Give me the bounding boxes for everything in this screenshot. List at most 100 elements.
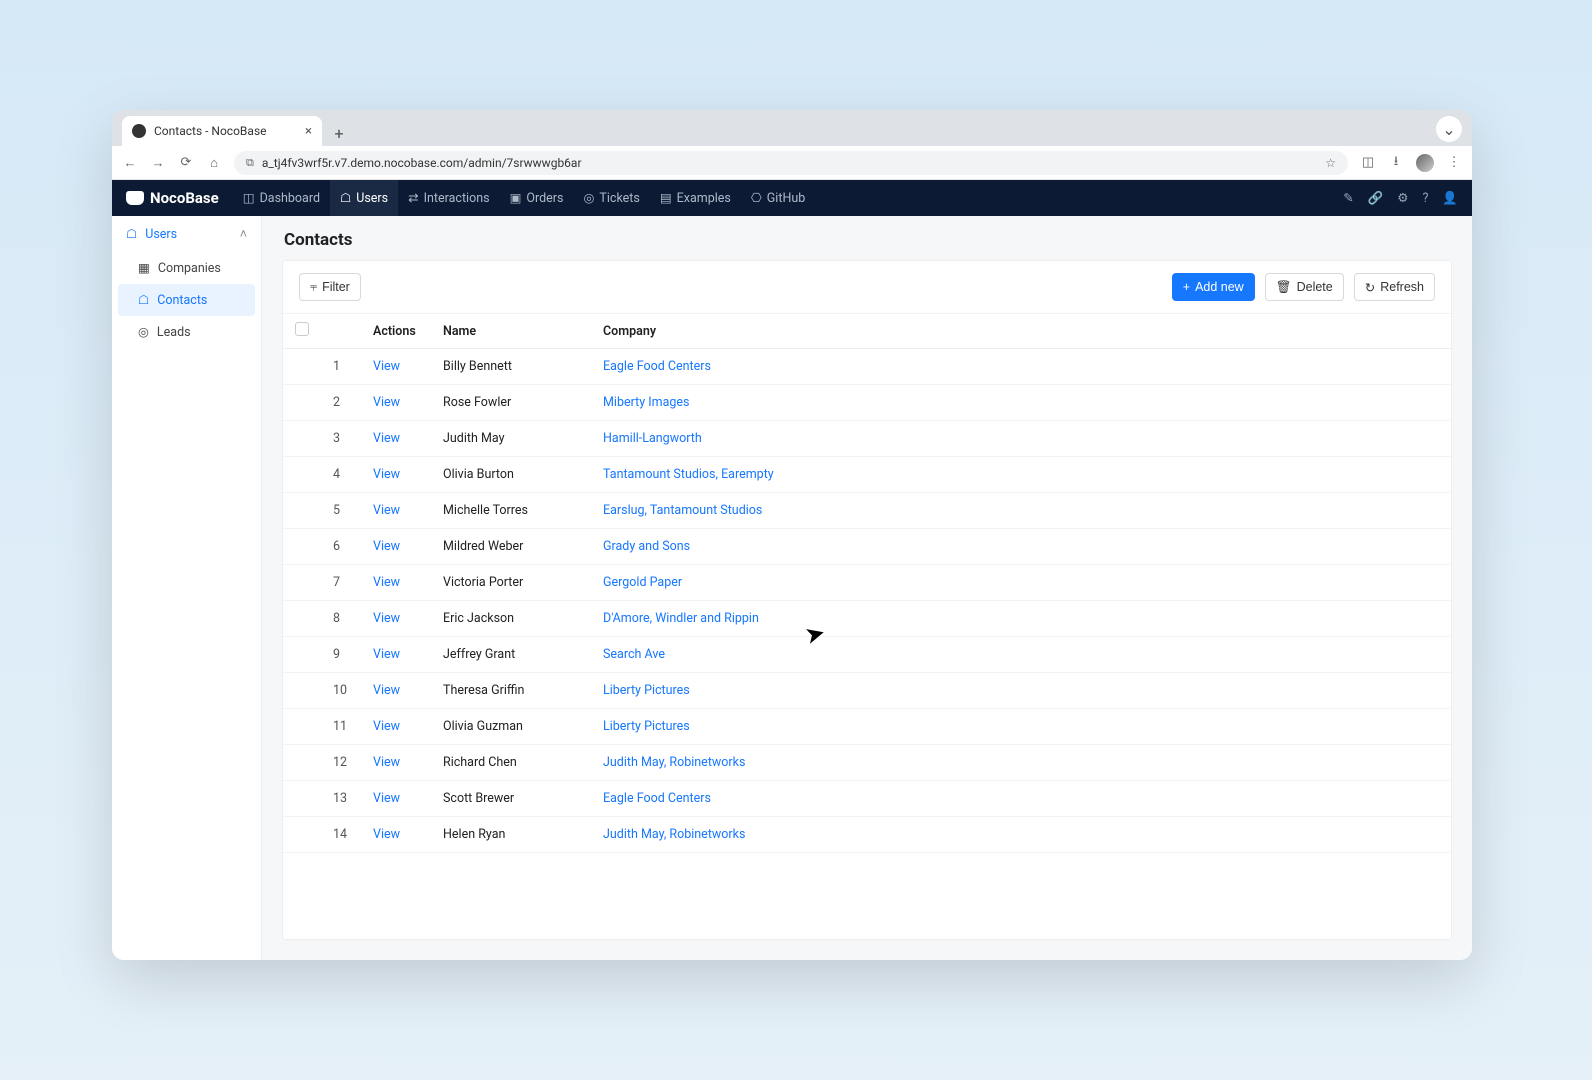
browser-toolbar: ← → ⟳ ⌂ ⧉ a_tj4fv3wrf5r.v7.demo.nocobase…: [112, 146, 1472, 180]
sidebar-item-companies[interactable]: ▦Companies: [112, 252, 261, 284]
company-link[interactable]: Eagle Food Centers: [603, 791, 711, 806]
company-link[interactable]: Earslug, Tantamount Studios: [603, 503, 762, 518]
select-all-checkbox[interactable]: [295, 322, 309, 336]
row-actions: View: [361, 493, 431, 529]
tab-close-icon[interactable]: ×: [305, 124, 312, 139]
nav-item-label: Examples: [677, 191, 731, 206]
extensions-icon[interactable]: ◫: [1360, 155, 1376, 170]
row-checkbox-cell: [283, 601, 321, 637]
main-area: Contacts ⫧ Filter + Add new 🗑 Delete: [262, 216, 1472, 960]
view-link[interactable]: View: [373, 539, 400, 554]
company-link[interactable]: Eagle Food Centers: [603, 359, 711, 374]
nav-back-icon[interactable]: ←: [122, 155, 138, 171]
view-link[interactable]: View: [373, 647, 400, 662]
nav-item-interactions[interactable]: ⇄Interactions: [398, 180, 499, 216]
address-bar[interactable]: ⧉ a_tj4fv3wrf5r.v7.demo.nocobase.com/adm…: [234, 151, 1348, 175]
view-link[interactable]: View: [373, 575, 400, 590]
nav-home-icon[interactable]: ⌂: [206, 155, 222, 171]
sidebar-item-leads[interactable]: ◎Leads: [112, 316, 261, 348]
add-new-button[interactable]: + Add new: [1172, 273, 1255, 301]
company-link[interactable]: Gergold Paper: [603, 575, 682, 590]
table-row: 11ViewOlivia GuzmanLiberty Pictures: [283, 709, 1451, 745]
downloads-icon[interactable]: ⭳: [1388, 152, 1404, 174]
company-link[interactable]: Search Ave: [603, 647, 665, 662]
row-name: Rose Fowler: [431, 385, 591, 421]
row-company: Eagle Food Centers: [591, 349, 1451, 385]
view-link[interactable]: View: [373, 467, 400, 482]
nav-item-dashboard[interactable]: ◫Dashboard: [233, 180, 330, 216]
row-index: 5: [321, 493, 361, 529]
nav-item-github[interactable]: ⎔GitHub: [741, 180, 815, 216]
nav-item-tickets[interactable]: ◎Tickets: [573, 180, 649, 216]
help-icon[interactable]: ?: [1423, 191, 1429, 206]
trash-icon: 🗑: [1276, 280, 1292, 295]
company-link[interactable]: Judith May, Robinetworks: [603, 827, 745, 842]
view-link[interactable]: View: [373, 827, 400, 842]
view-link[interactable]: View: [373, 503, 400, 518]
profile-avatar-icon[interactable]: [1416, 154, 1434, 172]
favicon-icon: [132, 124, 146, 138]
filter-icon: ⫧: [310, 280, 317, 295]
settings-icon[interactable]: ⚙: [1397, 190, 1408, 206]
nav-item-orders[interactable]: ▣Orders: [500, 180, 574, 216]
row-checkbox-cell: [283, 781, 321, 817]
view-link[interactable]: View: [373, 395, 400, 410]
nav-forward-icon[interactable]: →: [150, 155, 166, 171]
table-toolbar: ⫧ Filter + Add new 🗑 Delete ↻ Refresh: [283, 261, 1451, 314]
nav-item-label: Interactions: [424, 191, 490, 206]
sidebar-group-users[interactable]: ☖ Users ˄: [112, 216, 261, 252]
new-tab-button[interactable]: +: [326, 120, 352, 146]
row-company: D'Amore, Windler and Rippin: [591, 601, 1451, 637]
sidebar-item-contacts[interactable]: ☖Contacts: [118, 284, 255, 316]
delete-label: Delete: [1297, 280, 1333, 294]
row-actions: View: [361, 565, 431, 601]
company-link[interactable]: Hamill-Langworth: [603, 431, 702, 446]
leads-icon: ◎: [138, 324, 149, 340]
row-index: 7: [321, 565, 361, 601]
company-link[interactable]: D'Amore, Windler and Rippin: [603, 611, 759, 626]
view-link[interactable]: View: [373, 611, 400, 626]
bookmark-star-icon[interactable]: ☆: [1325, 156, 1336, 170]
brand[interactable]: NocoBase: [126, 189, 219, 207]
site-info-icon[interactable]: ⧉: [246, 156, 254, 170]
user-icon[interactable]: 👤: [1442, 191, 1458, 206]
tab-overflow-icon[interactable]: ⌄: [1436, 116, 1462, 142]
delete-button[interactable]: 🗑 Delete: [1265, 273, 1344, 301]
row-actions: View: [361, 781, 431, 817]
view-link[interactable]: View: [373, 431, 400, 446]
company-link[interactable]: Liberty Pictures: [603, 719, 690, 734]
row-checkbox-cell: [283, 565, 321, 601]
nav-reload-icon[interactable]: ⟳: [178, 155, 194, 170]
row-index: 14: [321, 817, 361, 853]
browser-menu-icon[interactable]: ⋮: [1446, 155, 1462, 170]
row-name: Jeffrey Grant: [431, 637, 591, 673]
filter-button[interactable]: ⫧ Filter: [299, 273, 361, 301]
company-link[interactable]: Liberty Pictures: [603, 683, 690, 698]
browser-tab[interactable]: Contacts - NocoBase ×: [122, 116, 322, 146]
view-link[interactable]: View: [373, 359, 400, 374]
nav-item-users[interactable]: ☖Users: [330, 180, 398, 216]
row-company: Judith May, Robinetworks: [591, 817, 1451, 853]
view-link[interactable]: View: [373, 791, 400, 806]
design-mode-icon[interactable]: ✎: [1343, 190, 1353, 206]
view-link[interactable]: View: [373, 719, 400, 734]
row-actions: View: [361, 421, 431, 457]
view-link[interactable]: View: [373, 683, 400, 698]
contacts-icon: ☖: [138, 292, 149, 308]
filter-label: Filter: [322, 280, 350, 294]
row-name: Billy Bennett: [431, 349, 591, 385]
table-row: 3ViewJudith MayHamill-Langworth: [283, 421, 1451, 457]
company-link[interactable]: Grady and Sons: [603, 539, 690, 554]
company-link[interactable]: Judith May, Robinetworks: [603, 755, 745, 770]
row-name: Mildred Weber: [431, 529, 591, 565]
refresh-label: Refresh: [1380, 280, 1424, 294]
company-link[interactable]: Tantamount Studios, Earempty: [603, 467, 774, 482]
refresh-button[interactable]: ↻ Refresh: [1354, 273, 1435, 301]
row-name: Olivia Guzman: [431, 709, 591, 745]
view-link[interactable]: View: [373, 755, 400, 770]
plugin-icon[interactable]: 🔗: [1368, 191, 1384, 206]
company-link[interactable]: Miberty Images: [603, 395, 690, 410]
row-company: Miberty Images: [591, 385, 1451, 421]
nav-item-examples[interactable]: ▤Examples: [650, 180, 741, 216]
table-scroll[interactable]: Actions Name Company 1ViewBilly BennettE…: [283, 314, 1451, 853]
